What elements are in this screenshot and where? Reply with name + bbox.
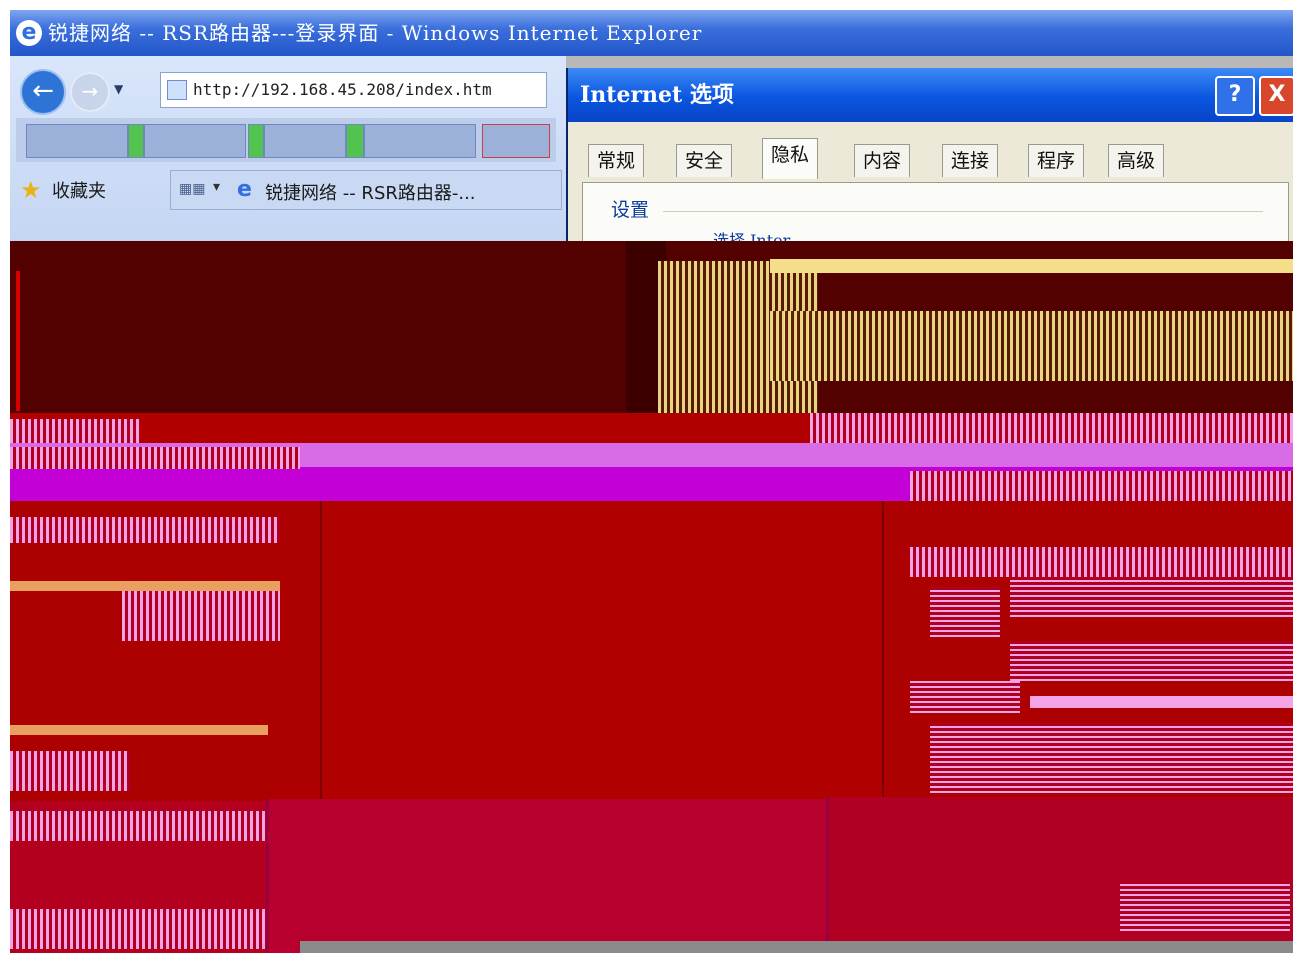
- quick-tabs-icon[interactable]: ▦▦: [179, 181, 205, 197]
- toolbar-button[interactable]: [346, 124, 364, 158]
- toolbar-button[interactable]: [144, 124, 246, 158]
- divider: [663, 211, 1263, 212]
- tab-title: 锐捷网络 -- RSR路由器-...: [265, 183, 476, 204]
- glitch-block: [930, 587, 1000, 637]
- close-button[interactable]: X: [1259, 76, 1293, 116]
- tab-advanced[interactable]: 高级: [1108, 144, 1165, 177]
- internet-options-dialog: Internet 选项 ? X 常规 安全 隐私 内容 连接 程序 高级 设置 …: [566, 68, 1293, 250]
- tab-security[interactable]: 安全: [676, 144, 733, 177]
- glitch-block: [320, 501, 884, 801]
- toolbar-button[interactable]: [128, 124, 144, 158]
- ie-logo-icon: e: [16, 20, 42, 46]
- ie-toolbar: ← → ▼ http://192.168.45.208/index.htm ★ …: [10, 56, 566, 241]
- chevron-down-icon[interactable]: ▾: [213, 179, 220, 195]
- glitch-block: [1010, 577, 1293, 617]
- glitch-block: [10, 909, 266, 949]
- corrupted-display-region: [10, 241, 1293, 953]
- glitch-block: [910, 681, 1020, 713]
- toolbar-button[interactable]: [26, 124, 128, 158]
- glitch-block: [1120, 881, 1290, 931]
- glitch-block: [10, 811, 266, 841]
- toolbar-button[interactable]: [248, 124, 264, 158]
- glitch-block: [1010, 641, 1293, 681]
- glitch-block: [10, 517, 280, 543]
- glitch-block: [10, 447, 300, 469]
- browser-tab[interactable]: ▦▦ ▾ e 锐捷网络 -- RSR路由器-...: [170, 170, 562, 210]
- glitch-block: [266, 799, 829, 953]
- tab-privacy[interactable]: 隐私: [762, 138, 819, 179]
- glitch-block: [122, 591, 280, 641]
- favorites-bar: ★ 收藏夹 ▦▦ ▾ e 锐捷网络 -- RSR路由器-...: [10, 168, 566, 212]
- forward-arrow-icon[interactable]: →: [70, 72, 110, 112]
- glitch-block: [300, 941, 1293, 953]
- glitch-block: [10, 725, 268, 735]
- glitch-block: [810, 413, 1293, 443]
- page-icon: [167, 80, 187, 100]
- toolbar-button[interactable]: [364, 124, 476, 158]
- glitch-block: [910, 547, 1293, 577]
- tab-programs[interactable]: 程序: [1028, 144, 1085, 177]
- glitch-block: [930, 723, 1293, 793]
- glitch-block: [770, 311, 1293, 381]
- address-bar[interactable]: http://192.168.45.208/index.htm: [160, 72, 547, 108]
- dialog-title: Internet 选项: [580, 82, 734, 108]
- history-dropdown-icon[interactable]: ▼: [114, 82, 123, 96]
- glitch-block: [10, 419, 140, 445]
- help-button[interactable]: ?: [1215, 76, 1255, 116]
- ie-page-icon: e: [237, 177, 252, 202]
- privacy-tab-panel: 设置 选择 Inter: [582, 182, 1289, 250]
- address-url: http://192.168.45.208/index.htm: [193, 80, 492, 99]
- favorites-star-icon[interactable]: ★: [20, 176, 42, 204]
- window-title: 锐捷网络 -- RSR路由器---登录界面 - Windows Internet…: [48, 21, 703, 45]
- glitch-block: [1030, 696, 1293, 708]
- toolbar-button[interactable]: [264, 124, 346, 158]
- glitch-block: [10, 581, 280, 591]
- tab-connections[interactable]: 连接: [942, 144, 999, 177]
- glitch-block: [770, 259, 1293, 273]
- dialog-titlebar[interactable]: Internet 选项 ? X: [568, 68, 1293, 122]
- favorites-label[interactable]: 收藏夹: [52, 177, 106, 203]
- tab-general[interactable]: 常规: [588, 144, 645, 177]
- dialog-tabs: 常规 安全 隐私 内容 连接 程序 高级: [588, 138, 1288, 182]
- command-strip: [16, 118, 556, 162]
- toolbar-button[interactable]: [482, 124, 550, 158]
- screen: e 锐捷网络 -- RSR路由器---登录界面 - Windows Intern…: [10, 10, 1293, 953]
- glitch-block: [10, 751, 130, 791]
- tab-content[interactable]: 内容: [854, 144, 911, 177]
- ie-titlebar[interactable]: e 锐捷网络 -- RSR路由器---登录界面 - Windows Intern…: [10, 10, 1293, 56]
- settings-heading: 设置: [611, 199, 650, 221]
- glitch-block: [16, 271, 20, 411]
- back-arrow-icon[interactable]: ←: [20, 69, 66, 115]
